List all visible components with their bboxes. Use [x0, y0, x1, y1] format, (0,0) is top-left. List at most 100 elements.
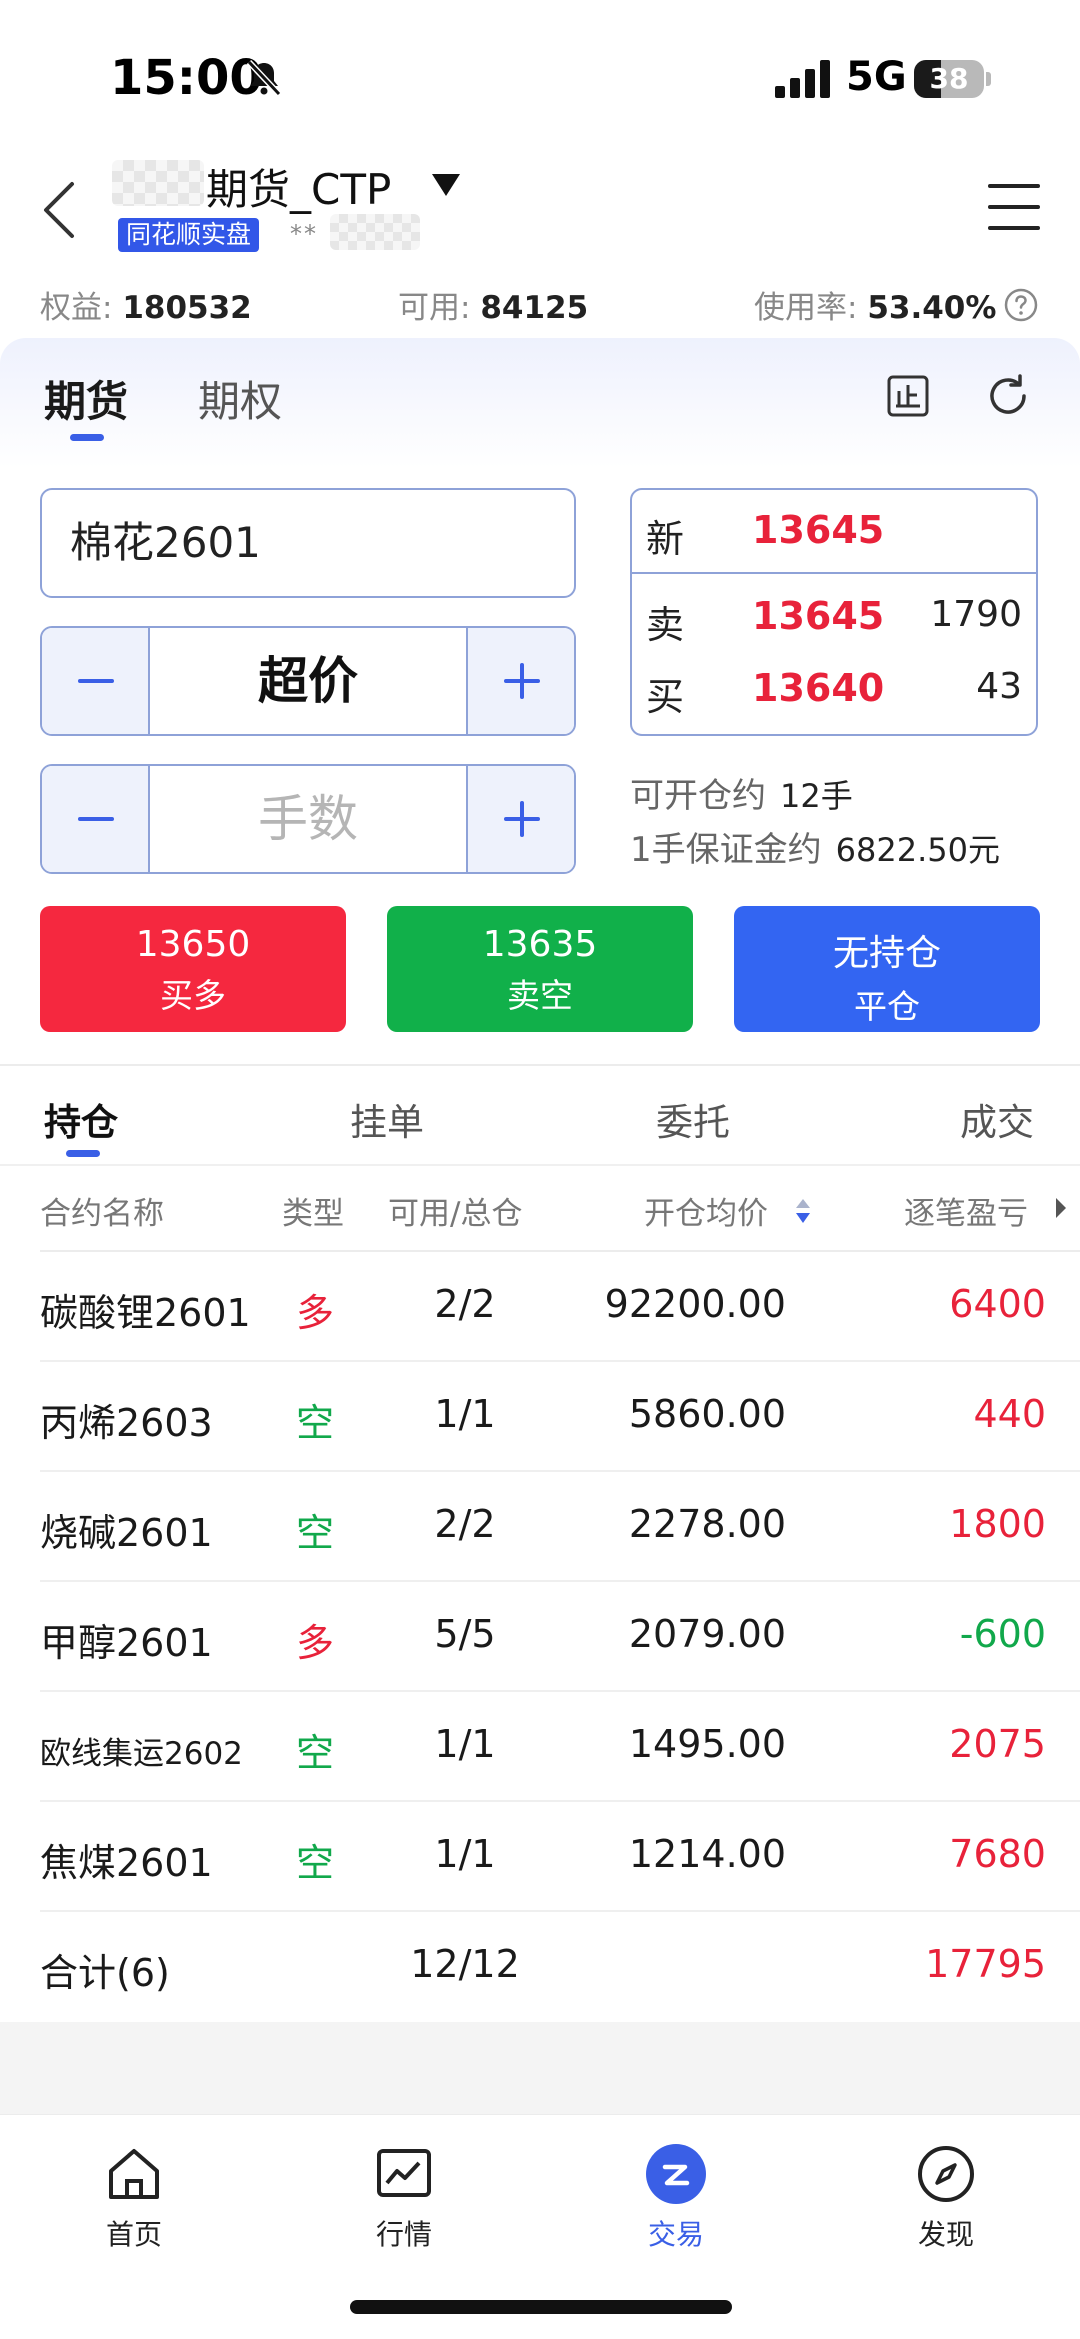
bid-label: 买	[646, 675, 685, 719]
available-value: 84125	[480, 290, 589, 326]
plus-icon	[504, 663, 540, 699]
refresh-icon[interactable]	[984, 372, 1032, 420]
ask-volume: 1790	[930, 594, 1022, 635]
can-open-value: 12手	[780, 777, 853, 815]
bell-muted-icon	[246, 59, 282, 97]
account-title[interactable]: 期货_CTP	[206, 156, 391, 217]
tab-pending-orders[interactable]: 挂单	[350, 1092, 424, 1146]
row-avg-price: 1214.00	[628, 1832, 786, 1876]
more-columns-icon[interactable]	[1054, 1196, 1068, 1220]
total-row: 合计(6) 12/12 17795	[0, 1912, 1080, 2022]
sell-price: 13635	[482, 924, 598, 965]
price-decrease-button[interactable]	[42, 628, 150, 734]
tab-options[interactable]: 期权	[198, 368, 282, 429]
tab-orders[interactable]: 委托	[656, 1092, 730, 1146]
stop-order-icon[interactable]	[886, 374, 930, 418]
back-icon[interactable]	[40, 180, 80, 240]
nav-home[interactable]: 首页	[44, 2143, 224, 2253]
sell-label: 卖空	[507, 976, 573, 1015]
row-contract: 焦煤2601	[40, 1841, 213, 1885]
quantity-increase-button[interactable]	[466, 766, 574, 872]
menu-icon[interactable]	[988, 182, 1040, 232]
nav-market-label: 行情	[375, 2218, 432, 2251]
last-price-label: 新	[646, 517, 685, 561]
sort-icon[interactable]	[794, 1196, 812, 1226]
row-avg-price: 92200.00	[604, 1282, 786, 1326]
plus-icon	[504, 801, 540, 837]
col-avg-price[interactable]: 开仓均价	[644, 1188, 768, 1233]
price-increase-button[interactable]	[466, 628, 574, 734]
tab-trades[interactable]: 成交	[960, 1092, 1034, 1146]
account-masked-id: **	[290, 220, 318, 248]
order-panel: 期货 期权 棉花2601 超价 手数 新 13645 卖 13645 1790	[0, 338, 1080, 1058]
close-status: 无持仓	[832, 933, 941, 974]
row-type: 多	[296, 1621, 335, 1665]
col-contract-name: 合约名称	[40, 1196, 164, 1232]
row-contract: 丙烯2603	[40, 1401, 213, 1445]
tab-underline	[70, 434, 104, 441]
bid-price[interactable]: 13640	[752, 666, 884, 710]
minus-icon	[78, 679, 114, 683]
margin-label: 1手保证金约	[630, 830, 822, 870]
nav-discover-label: 发现	[917, 2218, 974, 2251]
nav-market[interactable]: 行情	[314, 2143, 494, 2253]
dropdown-triangle-icon[interactable]	[430, 172, 462, 198]
quantity-input[interactable]: 手数	[152, 766, 464, 872]
row-qty: 1/1	[434, 1722, 496, 1766]
row-type: 空	[296, 1841, 335, 1885]
masked-account-name	[112, 160, 204, 206]
row-contract: 甲醇2601	[40, 1621, 213, 1665]
compass-icon	[918, 2146, 974, 2202]
col-qty: 可用/总仓	[388, 1196, 523, 1232]
table-row[interactable]: 丙烯2603 空 1/1 5860.00 440	[0, 1362, 1080, 1472]
col-pnl: 逐笔盈亏	[904, 1196, 1028, 1232]
buy-label: 买多	[160, 976, 226, 1015]
bid-volume: 43	[976, 666, 1022, 707]
close-label: 平仓	[854, 987, 920, 1026]
masked-account-id	[330, 214, 420, 250]
battery-icon: 38	[914, 60, 992, 98]
usage-rate-label: 使用率:	[754, 290, 868, 326]
row-qty: 2/2	[434, 1502, 496, 1546]
row-contract: 烧碱2601	[40, 1511, 213, 1555]
quantity-decrease-button[interactable]	[42, 766, 150, 872]
tab-futures[interactable]: 期货	[44, 368, 128, 429]
col-type: 类型	[282, 1196, 344, 1232]
tab-positions[interactable]: 持仓	[44, 1092, 118, 1146]
chart-icon	[377, 2149, 431, 2197]
sell-short-button[interactable]: 13635 卖空	[387, 906, 693, 1032]
quote-box: 新 13645 卖 13645 1790 买 13640 43	[630, 488, 1038, 736]
status-time: 15:00	[110, 50, 263, 106]
nav-trade-label: 交易	[647, 2218, 704, 2251]
buy-long-button[interactable]: 13650 买多	[40, 906, 346, 1032]
can-open-info: 可开仓约 12手	[630, 768, 853, 817]
row-pnl: 6400	[949, 1282, 1046, 1326]
total-pnl: 17795	[925, 1942, 1046, 1986]
nav-trade[interactable]: 交易	[586, 2143, 766, 2253]
table-row[interactable]: 欧线集运2602 空 1/1 1495.00 2075	[0, 1692, 1080, 1802]
row-contract: 碳酸锂2601	[40, 1291, 251, 1335]
table-row[interactable]: 甲醇2601 多 5/5 2079.00 -600	[0, 1582, 1080, 1692]
row-type: 空	[296, 1731, 335, 1775]
tabs-divider	[0, 1164, 1080, 1166]
row-avg-price: 1495.00	[628, 1722, 786, 1766]
trade-icon	[646, 2144, 706, 2204]
table-row[interactable]: 焦煤2601 空 1/1 1214.00 7680	[0, 1802, 1080, 1912]
row-avg-price: 2278.00	[628, 1502, 786, 1546]
row-qty: 2/2	[434, 1282, 496, 1326]
status-bar: 15:00 5G 38	[0, 0, 1080, 150]
nav-discover[interactable]: 发现	[856, 2143, 1036, 2253]
contract-input[interactable]: 棉花2601	[40, 488, 576, 598]
help-icon[interactable]	[1004, 288, 1038, 322]
table-row[interactable]: 碳酸锂2601 多 2/2 92200.00 6400	[0, 1252, 1080, 1362]
row-pnl: -600	[959, 1612, 1046, 1656]
tab-underline	[66, 1150, 100, 1157]
ask-price[interactable]: 13645	[752, 594, 884, 638]
margin-value: 6822.50元	[835, 831, 1000, 869]
row-type: 多	[296, 1291, 335, 1335]
close-position-button[interactable]: 无持仓 平仓	[734, 906, 1040, 1032]
price-mode-value[interactable]: 超价	[152, 628, 464, 734]
row-contract: 欧线集运2602	[40, 1736, 243, 1772]
table-row[interactable]: 烧碱2601 空 2/2 2278.00 1800	[0, 1472, 1080, 1582]
equity-summary: 权益: 180532	[40, 282, 252, 327]
